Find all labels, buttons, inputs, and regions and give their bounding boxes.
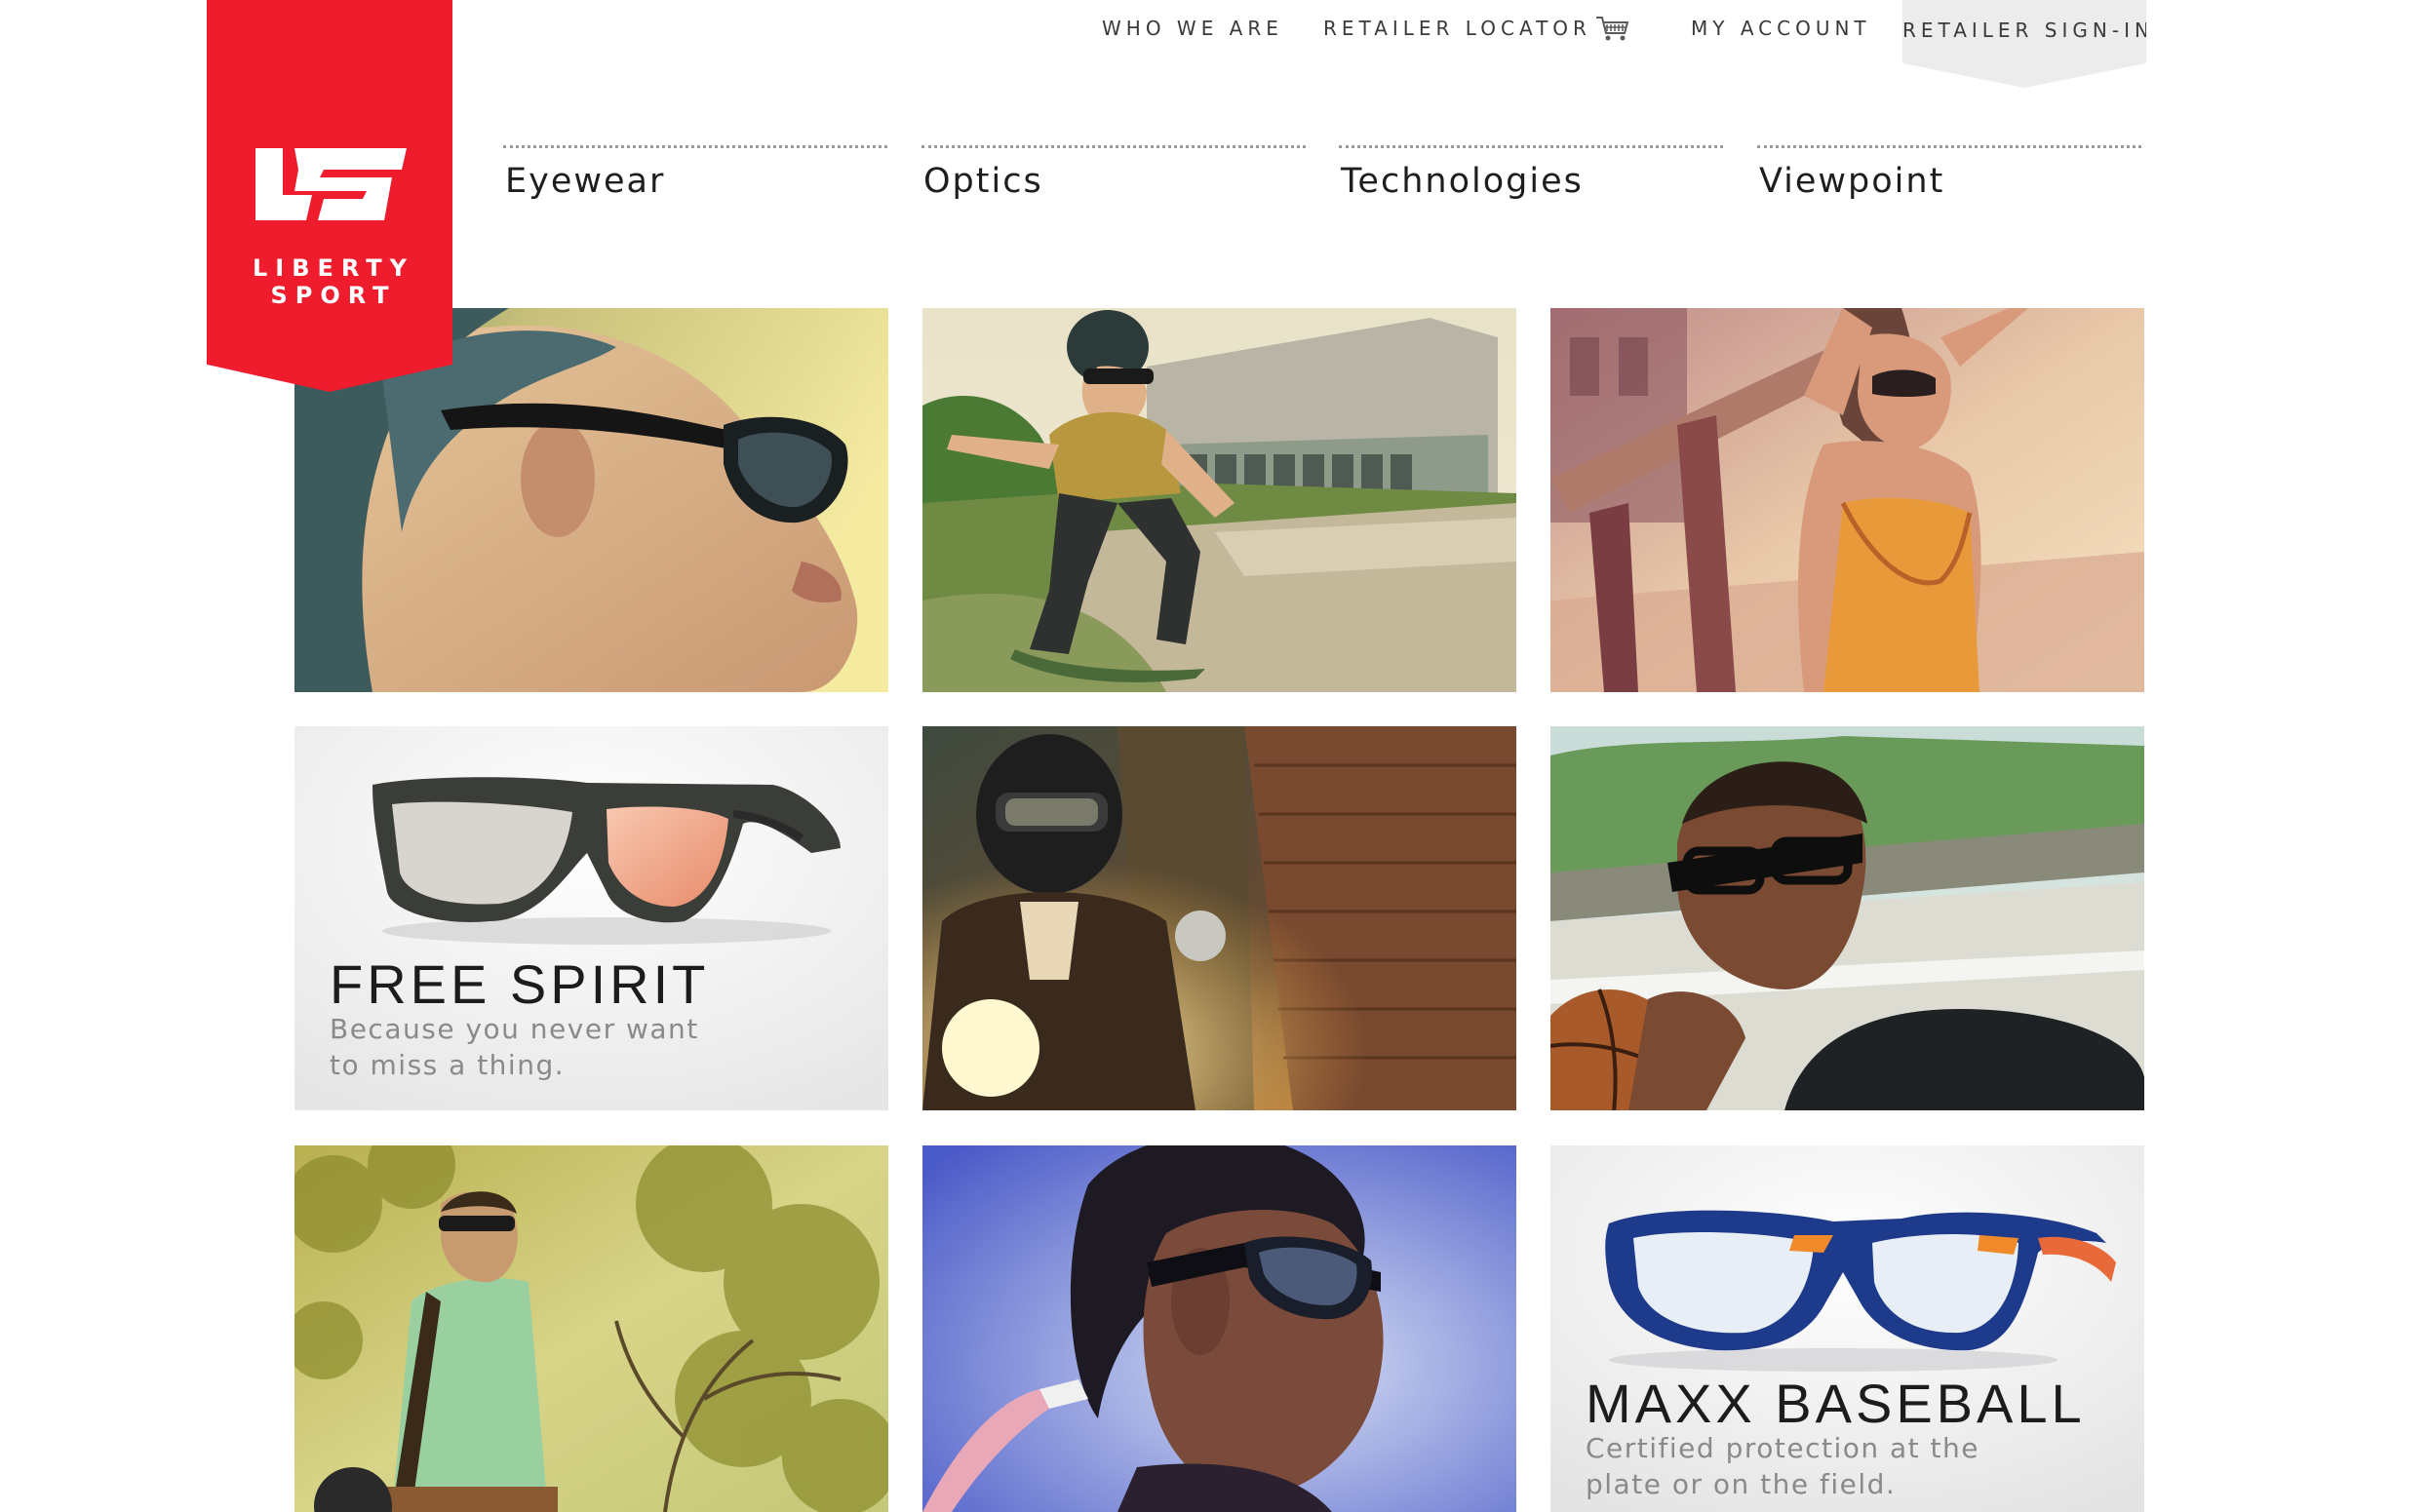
promo-tile-free-spirit[interactable]: FREE SPIRIT Because you never want to mi…: [294, 726, 888, 1110]
photo-tile-motorcycle-rider[interactable]: [922, 726, 1516, 1110]
promo-tile-maxx-baseball[interactable]: MAXX BASEBALL Certified protection at th…: [1550, 1145, 2144, 1512]
promo-title-free-spirit: FREE SPIRIT: [330, 953, 710, 1015]
woman-orange-top-photo: [1550, 308, 2144, 692]
skateboarder-photo: [922, 308, 1516, 692]
retailer-sign-in-button[interactable]: RETAILER SIGN-IN: [1902, 0, 2146, 88]
retailer-locator-link[interactable]: RETAILER LOCATOR: [1323, 17, 1591, 40]
promo-subtitle-maxx-baseball: Certified protection at the plate or on …: [1586, 1432, 1980, 1500]
woman-wraparound-eyewear-photo: [922, 1145, 1516, 1512]
nav-item-label: Eyewear: [505, 162, 666, 201]
liberty-sport-logo[interactable]: LIBERTY SPORT: [207, 0, 452, 392]
logo-text-liberty: LIBERTY: [252, 254, 415, 282]
photo-tile-woman-wraparound-eyewear[interactable]: [922, 1145, 1516, 1512]
logo-text-sport: SPORT: [270, 282, 397, 309]
liberty-sport-mark-icon: [255, 148, 407, 220]
nav-item-label: Technologies: [1341, 162, 1584, 201]
nav-item-optics[interactable]: Optics: [921, 145, 1306, 204]
nav-item-label: Optics: [923, 162, 1043, 201]
my-account-link[interactable]: MY ACCOUNT: [1691, 17, 1871, 40]
nav-item-technologies[interactable]: Technologies: [1339, 145, 1723, 204]
photo-tile-woman-orange-top[interactable]: [1550, 308, 2144, 692]
promo-title-maxx-baseball: MAXX BASEBALL: [1586, 1373, 2086, 1434]
motorcycle-rider-photo: [922, 726, 1516, 1110]
promo-subtitle-free-spirit: Because you never want to miss a thing.: [330, 1013, 699, 1081]
photo-tile-basketball-player[interactable]: [1550, 726, 2144, 1110]
who-we-are-link[interactable]: WHO WE ARE: [1102, 17, 1283, 40]
basketball-player-photo: [1550, 726, 2144, 1110]
nav-item-eyewear[interactable]: Eyewear: [503, 145, 887, 204]
shopping-cart-icon[interactable]: [1594, 14, 1631, 43]
nav-item-label: Viewpoint: [1759, 162, 1945, 201]
retailer-sign-in-label: RETAILER SIGN-IN: [1902, 19, 2154, 42]
photo-tile-golfer[interactable]: [294, 1145, 888, 1512]
photo-tile-skateboarder[interactable]: [922, 308, 1516, 692]
nav-item-viewpoint[interactable]: Viewpoint: [1757, 145, 2141, 204]
golfer-photo: [294, 1145, 888, 1512]
